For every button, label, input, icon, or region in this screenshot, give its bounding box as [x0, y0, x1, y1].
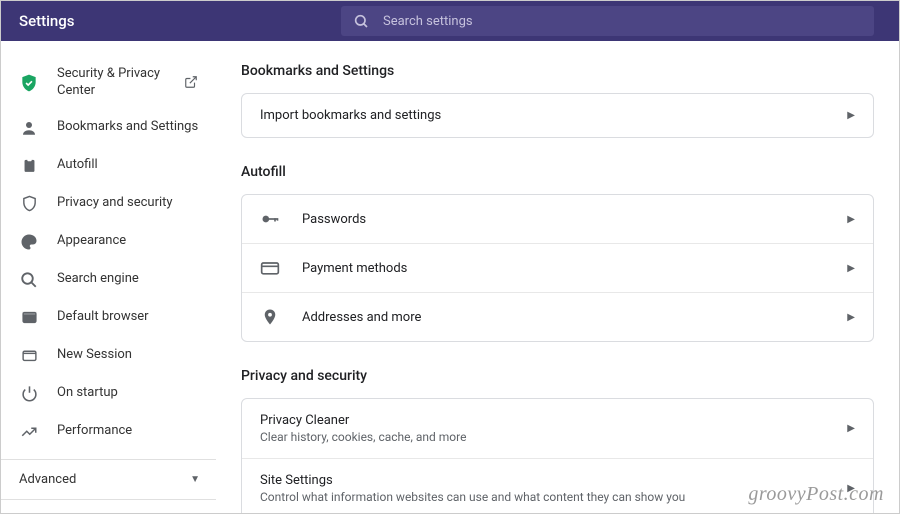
chevron-right-icon: ▶ [847, 214, 855, 225]
sidebar-item-appearance[interactable]: Appearance [1, 223, 216, 261]
sidebar: Security & Privacy Center Bookmarks and … [1, 41, 216, 513]
sidebar-item-bookmarks[interactable]: Bookmarks and Settings [1, 109, 216, 147]
external-link-icon [184, 75, 200, 91]
card-privacy: Privacy Cleaner Clear history, cookies, … [241, 398, 874, 513]
row-payment-methods[interactable]: Payment methods ▶ [242, 244, 873, 293]
card-bookmarks: Import bookmarks and settings ▶ [241, 93, 874, 138]
advanced-label: Advanced [19, 472, 76, 487]
sidebar-item-label: Autofill [57, 157, 200, 174]
sidebar-item-performance[interactable]: Performance [1, 413, 216, 451]
section-title-bookmarks: Bookmarks and Settings [241, 63, 874, 79]
card-autofill: Passwords ▶ Payment methods ▶ Addresses … [241, 194, 874, 342]
sidebar-item-label: Search engine [57, 271, 200, 288]
header: Settings [1, 1, 899, 41]
shield-check-icon [19, 73, 39, 93]
row-import-bookmarks[interactable]: Import bookmarks and settings ▶ [242, 94, 873, 137]
window-icon [19, 308, 39, 328]
sidebar-item-label: Default browser [57, 309, 200, 326]
row-subtitle: Control what information websites can us… [260, 490, 825, 504]
row-title: Import bookmarks and settings [260, 108, 825, 123]
sidebar-item-startup[interactable]: On startup [1, 375, 216, 413]
sidebar-item-default-browser[interactable]: Default browser [1, 299, 216, 337]
card-icon [260, 258, 280, 278]
search-input[interactable] [383, 14, 862, 29]
sidebar-item-label: Bookmarks and Settings [57, 119, 200, 136]
row-title: Passwords [302, 212, 825, 227]
sidebar-item-security-center[interactable]: Security & Privacy Center [1, 57, 216, 109]
row-title: Payment methods [302, 261, 825, 276]
sidebar-item-label: On startup [57, 385, 200, 402]
sidebar-item-label: Security & Privacy Center [57, 66, 166, 100]
search-container[interactable] [341, 6, 874, 36]
page-title: Settings [19, 12, 75, 30]
chevron-right-icon: ▶ [847, 263, 855, 274]
row-title: Site Settings [260, 473, 825, 488]
sidebar-item-label: Performance [57, 423, 200, 440]
chevron-right-icon: ▶ [847, 423, 855, 434]
sidebar-item-autofill[interactable]: Autofill [1, 147, 216, 185]
sidebar-advanced-toggle[interactable]: Advanced ▼ [1, 459, 216, 499]
chevron-right-icon: ▶ [847, 312, 855, 323]
row-addresses[interactable]: Addresses and more ▶ [242, 293, 873, 341]
chevron-right-icon: ▶ [847, 483, 855, 494]
chevron-down-icon: ▼ [190, 474, 200, 485]
power-icon [19, 384, 39, 404]
sidebar-extensions[interactable]: Extensions [1, 499, 216, 513]
row-privacy-cleaner[interactable]: Privacy Cleaner Clear history, cookies, … [242, 399, 873, 459]
search-icon [19, 270, 39, 290]
performance-icon [19, 422, 39, 442]
clipboard-icon [19, 156, 39, 176]
external-link-icon [186, 512, 200, 513]
section-title-privacy: Privacy and security [241, 368, 874, 384]
extensions-label: Extensions [19, 512, 82, 513]
sidebar-item-search-engine[interactable]: Search engine [1, 261, 216, 299]
sidebar-item-label: Appearance [57, 233, 200, 250]
person-icon [19, 118, 39, 138]
row-title: Privacy Cleaner [260, 413, 825, 428]
row-title: Addresses and more [302, 310, 825, 325]
sidebar-item-label: Privacy and security [57, 195, 200, 212]
search-icon [353, 13, 369, 29]
palette-icon [19, 232, 39, 252]
section-title-autofill: Autofill [241, 164, 874, 180]
sidebar-item-label: New Session [57, 347, 200, 364]
pin-icon [260, 307, 280, 327]
sidebar-item-privacy[interactable]: Privacy and security [1, 185, 216, 223]
row-passwords[interactable]: Passwords ▶ [242, 195, 873, 244]
key-icon [260, 209, 280, 229]
row-subtitle: Clear history, cookies, cache, and more [260, 430, 825, 444]
row-site-settings[interactable]: Site Settings Control what information w… [242, 459, 873, 513]
chevron-right-icon: ▶ [847, 110, 855, 121]
shield-icon [19, 194, 39, 214]
sidebar-item-new-session[interactable]: New Session [1, 337, 216, 375]
main-content: Bookmarks and Settings Import bookmarks … [216, 41, 899, 513]
folder-icon [19, 346, 39, 366]
